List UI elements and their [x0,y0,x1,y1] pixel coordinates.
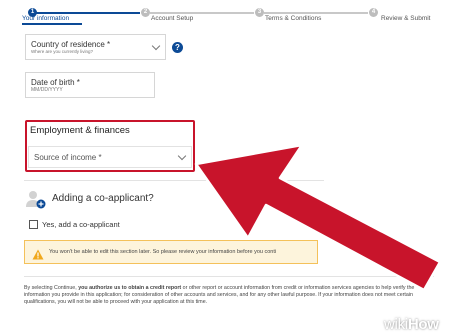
watermark-wiki: wiki [384,316,408,333]
wikihow-watermark: wikiHow [384,316,439,333]
watermark-how: How [407,316,439,333]
pointer-arrow-overlay [194,143,442,292]
